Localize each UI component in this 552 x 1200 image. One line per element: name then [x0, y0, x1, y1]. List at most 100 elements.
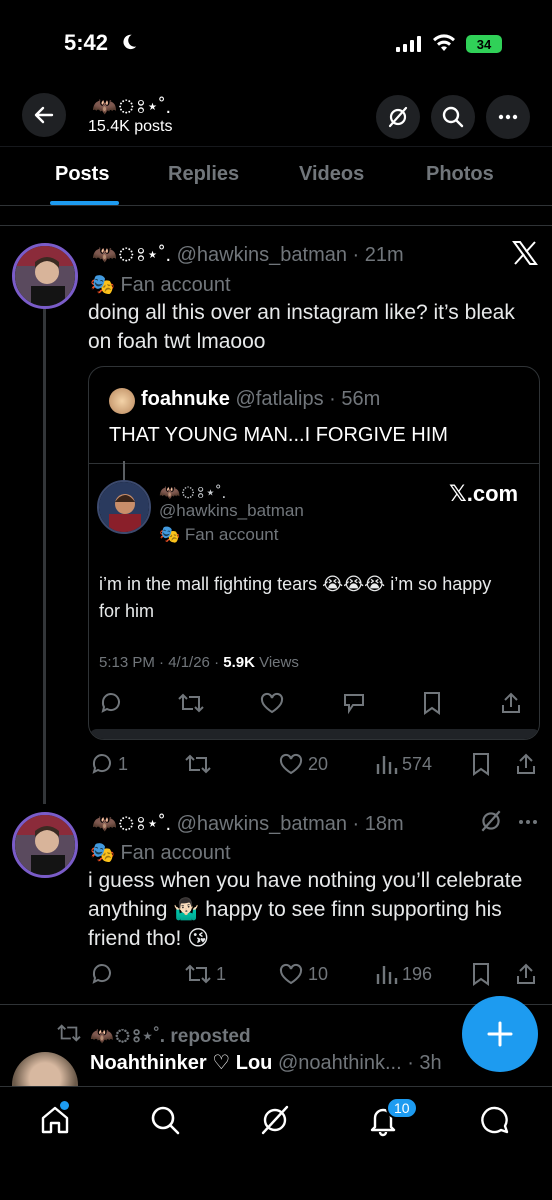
- more-options-button[interactable]: [486, 95, 530, 139]
- messages-icon[interactable]: [478, 1103, 512, 1137]
- author-name[interactable]: Noahthinker ♡ Lou: [90, 1052, 272, 1074]
- grok-icon: [388, 106, 408, 128]
- reply-button[interactable]: [90, 962, 118, 986]
- views-button[interactable]: 196: [374, 962, 432, 986]
- divider: [0, 225, 552, 226]
- tab-posts[interactable]: Posts: [55, 163, 109, 186]
- retweet-button[interactable]: 1: [184, 962, 226, 986]
- quote-time: · 56m: [329, 388, 381, 410]
- mask-icon: 🎭: [159, 525, 181, 544]
- search-icon: [442, 106, 464, 128]
- more-dots-icon: [498, 114, 518, 120]
- x-com-brand: 𝕏.com: [449, 481, 519, 506]
- grok-button[interactable]: [376, 95, 420, 139]
- thread-connector: [43, 308, 46, 804]
- status-time: 5:42: [64, 30, 109, 55]
- reply-button[interactable]: 1: [90, 752, 128, 776]
- like-count: 10: [308, 963, 329, 984]
- embed-author-handle: @hawkins_batman: [159, 501, 304, 520]
- heart-icon: [279, 963, 303, 985]
- embed-avatar[interactable]: [97, 480, 151, 534]
- bottom-navigation: 10: [0, 1086, 552, 1200]
- home-notification-dot: [60, 1101, 69, 1110]
- views-chart-icon: [376, 756, 398, 774]
- embed-meta: 5:13 PM · 4/1/26 · 5.9K Views: [99, 654, 299, 671]
- post-header: Noahthinker ♡ Lou @noahthink... · 3h: [90, 1050, 442, 1075]
- compose-post-button[interactable]: [462, 996, 538, 1072]
- author-handle[interactable]: @hawkins_batman: [177, 813, 347, 835]
- tab-videos[interactable]: Videos: [299, 163, 364, 186]
- like-button[interactable]: 10: [278, 962, 328, 986]
- embed-views-label: Views: [254, 654, 299, 671]
- label-text: Fan account: [120, 842, 231, 864]
- author-name[interactable]: 🦇ঃ⋆˚.: [92, 244, 171, 266]
- views-button[interactable]: 574: [374, 752, 432, 776]
- share-icon[interactable]: [514, 752, 538, 776]
- author-name[interactable]: 🦇ঃ⋆˚.: [92, 813, 171, 835]
- fan-account-label: 🎭 Fan account: [90, 840, 231, 865]
- heart-icon: [279, 753, 303, 775]
- embed-label: 🎭 Fan account: [159, 525, 278, 545]
- retweet-button[interactable]: [184, 752, 216, 776]
- views-count: 574: [402, 753, 433, 774]
- embed-footer-bar: [89, 729, 539, 739]
- post-time[interactable]: · 21m: [353, 244, 404, 266]
- post-header: 🦇ঃ⋆˚. @hawkins_batman · 18m: [92, 809, 404, 842]
- post-time[interactable]: · 3h: [407, 1052, 441, 1074]
- views-chart-icon: [376, 966, 398, 984]
- tab-replies[interactable]: Replies: [168, 163, 239, 186]
- battery-indicator: 34: [466, 35, 502, 53]
- divider: [89, 463, 539, 464]
- label-text: Fan account: [120, 274, 231, 296]
- reply-icon: [92, 964, 111, 984]
- bookmark-icon[interactable]: [470, 962, 492, 986]
- divider: [0, 1004, 552, 1005]
- avatar[interactable]: [12, 243, 78, 309]
- plus-icon: [487, 1021, 513, 1047]
- quote-author-name[interactable]: foahnuke: [141, 388, 230, 410]
- search-icon[interactable]: [148, 1103, 182, 1137]
- do-not-disturb-moon-icon: [123, 34, 137, 50]
- reply-icon: [101, 693, 120, 713]
- fan-account-label: 🎭 Fan account: [90, 272, 231, 297]
- bookmark-icon[interactable]: [470, 752, 492, 776]
- grok-icon[interactable]: [258, 1103, 292, 1137]
- like-button[interactable]: 20: [278, 752, 328, 776]
- retweet-icon: [178, 693, 204, 713]
- quote-avatar[interactable]: [109, 388, 135, 414]
- active-tab-indicator: [50, 201, 119, 205]
- notifications-badge: 10: [386, 1097, 418, 1119]
- embed-label-text: Fan account: [184, 525, 279, 544]
- grok-icon[interactable]: [478, 808, 504, 834]
- quote-author-handle[interactable]: @fatlalips: [235, 388, 323, 410]
- retweet-icon: [185, 754, 211, 774]
- avatar[interactable]: [12, 812, 78, 878]
- share-icon[interactable]: [514, 962, 538, 986]
- heart-icon: [260, 692, 284, 714]
- quoted-post[interactable]: foahnuke @fatlalips · 56m THAT YOUNG MAN…: [88, 366, 540, 740]
- reply-count: 1: [118, 753, 129, 774]
- author-handle[interactable]: @noahthink...: [278, 1052, 402, 1074]
- retweet-icon: [185, 964, 211, 984]
- search-button[interactable]: [431, 95, 475, 139]
- reply-icon: [92, 754, 111, 774]
- back-button[interactable]: [22, 93, 66, 137]
- mask-icon: 🎭: [90, 842, 115, 864]
- x-logo-icon[interactable]: [512, 241, 538, 265]
- post-count: 15.4K posts: [88, 118, 173, 135]
- embed-text: i’m in the mall fighting tears 😭😭😭 i’m s…: [99, 574, 492, 621]
- like-count: 20: [308, 753, 329, 774]
- cellular-signal-icon: [396, 36, 421, 52]
- mask-icon: 🎭: [90, 274, 115, 296]
- embed-views-count: 5.9K: [223, 654, 255, 671]
- author-handle[interactable]: @hawkins_batman: [177, 244, 347, 266]
- more-dots-icon[interactable]: [516, 810, 540, 834]
- quote-header: foahnuke @fatlalips · 56m: [141, 388, 380, 411]
- post-header: 🦇ঃ⋆˚. @hawkins_batman · 21m: [92, 240, 404, 273]
- avatar[interactable]: [12, 1052, 78, 1086]
- tab-photos[interactable]: Photos: [426, 163, 494, 186]
- retweet-count: 1: [216, 963, 227, 984]
- post-time[interactable]: · 18m: [353, 813, 404, 835]
- repost-icon: [57, 1024, 81, 1042]
- embed-connector: [123, 461, 125, 481]
